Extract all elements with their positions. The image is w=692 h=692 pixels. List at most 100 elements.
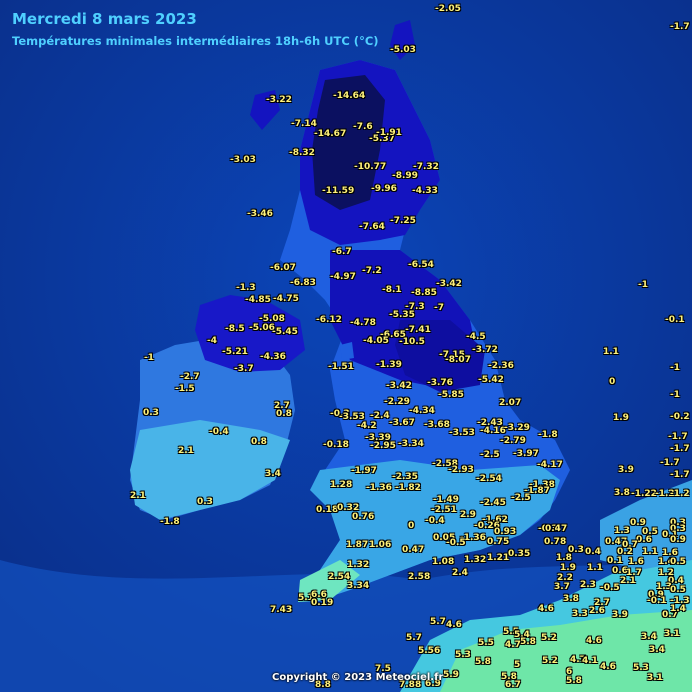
station-temperature: 3.4 <box>649 645 665 655</box>
station-temperature: 3.9 <box>618 465 634 475</box>
station-temperature: 1.4 <box>670 604 686 614</box>
station-temperature: -7.64 <box>359 222 385 232</box>
station-temperature: 3.4 <box>641 632 657 642</box>
station-temperature: 5.8 <box>566 676 582 686</box>
station-temperature: -0.5 <box>446 538 466 548</box>
station-temperature: -2.79 <box>500 436 526 446</box>
station-temperature: -3.29 <box>504 423 530 433</box>
station-temperature: -7 <box>434 303 444 313</box>
station-temperature: 1.32 <box>464 555 487 565</box>
station-temperature: -4.97 <box>330 272 356 282</box>
station-temperature: 5 <box>514 660 521 670</box>
station-temperature: 0.4 <box>585 547 601 557</box>
station-temperature: -4.78 <box>350 318 376 328</box>
station-temperature: 1.21 <box>487 553 510 563</box>
station-temperature: 0.9 <box>670 535 686 545</box>
station-temperature: -5.42 <box>478 375 504 385</box>
station-temperature: -4.85 <box>245 295 271 305</box>
station-temperature: -8.85 <box>411 288 437 298</box>
station-temperature: -5.45 <box>272 327 298 337</box>
station-temperature: -4.05 <box>363 336 389 346</box>
station-temperature: -1.8 <box>538 430 558 440</box>
station-temperature: -2.05 <box>435 4 461 14</box>
station-temperature: 0.3 <box>197 497 213 507</box>
station-temperature: -5.35 <box>389 310 415 320</box>
station-temperature: -1.39 <box>376 360 402 370</box>
station-temperature: 2.9 <box>460 510 476 520</box>
station-temperature: -4.34 <box>409 406 435 416</box>
station-temperature: -4 <box>207 336 217 346</box>
station-temperature: -1.2 <box>670 489 690 499</box>
station-temperature: -0.18 <box>323 440 349 450</box>
station-temperature: -3.46 <box>247 209 273 219</box>
station-temperature: 0.3 <box>143 408 159 418</box>
station-temperature: -4.33 <box>412 186 438 196</box>
copyright-notice: Copyright © 2023 Meteociel.fr <box>272 672 444 683</box>
station-temperature: -8.07 <box>445 355 471 365</box>
station-temperature: -1 <box>144 353 154 363</box>
station-temperature: -1 <box>638 280 648 290</box>
station-temperature: -2.95 <box>370 441 396 451</box>
station-temperature: -3.53 <box>449 428 475 438</box>
station-temperature: -4.36 <box>260 352 286 362</box>
station-temperature: 5.3 <box>633 663 649 673</box>
station-temperature: 2.58 <box>408 572 431 582</box>
map-subtitle: Températures minimales intermédiaires 18… <box>12 34 379 48</box>
station-temperature: -7.25 <box>390 216 416 226</box>
station-temperature: -3.97 <box>513 449 539 459</box>
station-temperature: 3.1 <box>647 673 663 683</box>
station-temperature: -5.21 <box>222 347 248 357</box>
station-temperature: -1 <box>670 363 680 373</box>
station-temperature: -4.17 <box>537 460 563 470</box>
station-temperature: 0.47 <box>545 524 568 534</box>
station-temperature: 2.1 <box>178 446 194 456</box>
station-temperature: 3.8 <box>614 488 630 498</box>
station-temperature: -4.5 <box>466 332 486 342</box>
station-temperature: -1.97 <box>351 466 377 476</box>
station-temperature: 3.4 <box>265 469 281 479</box>
station-temperature: 0.76 <box>352 512 375 522</box>
station-temperature: -1.7 <box>660 458 680 468</box>
station-temperature: 4.6 <box>538 604 554 614</box>
station-temperature: 3.3 <box>572 609 588 619</box>
station-temperature: -7.2 <box>362 266 382 276</box>
station-temperature: -6.12 <box>316 315 342 325</box>
station-temperature: 5.8 <box>520 637 536 647</box>
station-temperature: 3.7 <box>554 582 570 592</box>
station-temperature: 5.2 <box>541 633 557 643</box>
station-temperature: -2.5 <box>511 493 531 503</box>
station-temperature: -2.29 <box>384 397 410 407</box>
station-temperature: -6.7 <box>332 247 352 257</box>
station-temperature: 5.5 <box>478 638 494 648</box>
station-temperature: 4.6 <box>600 662 616 672</box>
station-temperature: -0.4 <box>209 427 229 437</box>
station-temperature: 1.8 <box>556 553 572 563</box>
station-temperature: -11.59 <box>322 186 355 196</box>
station-temperature: 1.1 <box>587 563 603 573</box>
station-temperature: -0.5 <box>600 583 620 593</box>
station-temperature: -1.36 <box>366 483 392 493</box>
map-title: Mercredi 8 mars 2023 <box>12 10 197 28</box>
station-temperature: 0.5 <box>670 557 686 567</box>
station-temperature: 0.78 <box>544 537 567 547</box>
station-temperature: -7.41 <box>405 325 431 335</box>
station-temperature: -2.35 <box>392 472 418 482</box>
station-temperature: -6.07 <box>270 263 296 273</box>
station-temperature: 5.7 <box>430 617 446 627</box>
station-temperature: -1.5 <box>175 384 195 394</box>
station-temperature: -2.51 <box>431 505 457 515</box>
station-temperature: -1.91 <box>376 128 402 138</box>
station-temperature: -1.22 <box>631 489 657 499</box>
station-temperature: 5.7 <box>406 633 422 643</box>
station-temperature: -4.16 <box>480 426 506 436</box>
station-temperature: -7.6 <box>353 122 373 132</box>
station-temperature: -1 <box>670 390 680 400</box>
station-temperature: 5.9 <box>443 670 459 680</box>
station-temperature: -8.5 <box>225 324 245 334</box>
station-temperature: -14.67 <box>314 129 347 139</box>
station-temperature: 1.9 <box>560 563 576 573</box>
station-temperature: -4.75 <box>273 294 299 304</box>
station-temperature: -8.1 <box>382 285 402 295</box>
station-temperature: 1.06 <box>369 540 392 550</box>
station-temperature: 0 <box>408 521 415 531</box>
